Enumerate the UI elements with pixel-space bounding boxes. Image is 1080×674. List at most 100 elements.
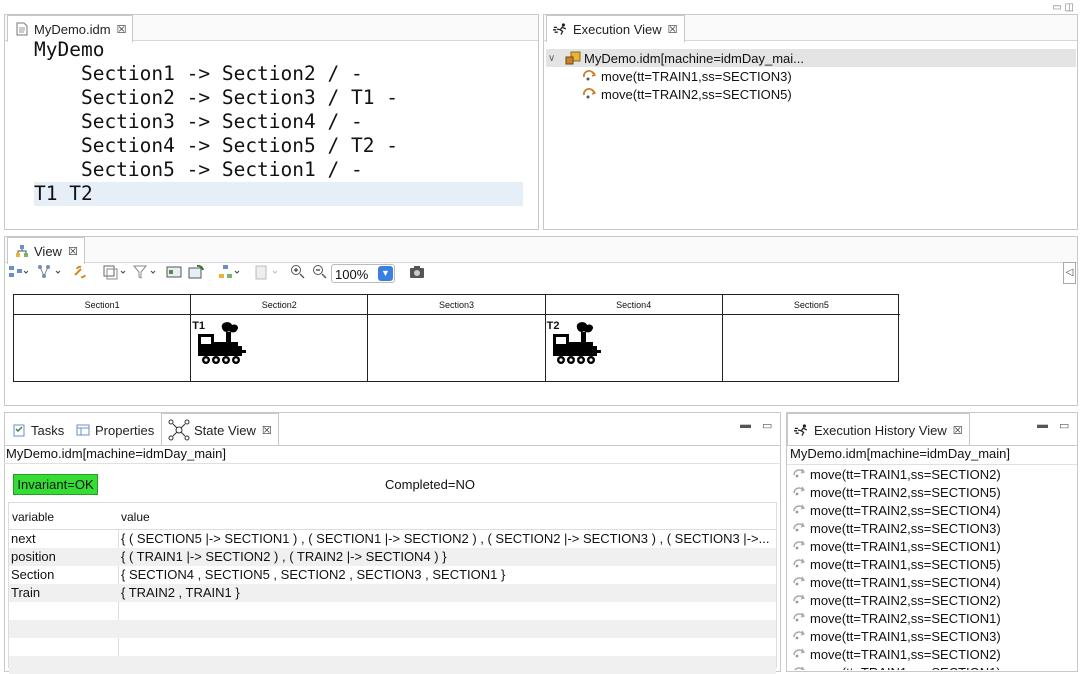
section-cell[interactable]: Section5 (722, 295, 900, 381)
table-row[interactable]: next { ( SECTION5 |-> SECTION1 ) , ( SECT… (9, 530, 776, 548)
history-item[interactable]: move(tt=TRAIN1,ss=SECTION2) (792, 465, 1001, 483)
editor-line[interactable]: Section4 -> Section5 / T2 - (34, 134, 523, 158)
history-item[interactable]: move(tt=TRAIN2,ss=SECTION4) (792, 501, 1001, 519)
filter-button[interactable] (132, 262, 158, 282)
editor-text[interactable]: MyDemo Section1 -> Section2 / - Section2… (34, 38, 523, 206)
history-item-label: move(tt=TRAIN2,ss=SECTION1) (810, 610, 1001, 626)
state-rows: next { ( SECTION5 |-> SECTION1 ) , ( SECT… (9, 530, 776, 674)
table-row[interactable]: Section { SECTION4 , SECTION5 , SECTION2 … (9, 566, 776, 584)
table-row[interactable]: position { ( TRAIN1 |-> SECTION2 ) , ( TR… (9, 548, 776, 566)
minimize-icon[interactable]: ▬ (740, 419, 751, 431)
table-row[interactable] (9, 638, 776, 656)
section-header: Section2 (191, 295, 368, 315)
transition-icon (792, 503, 807, 518)
history-item[interactable]: move(tt=TRAIN1,ss=SECTION4) (792, 573, 1001, 591)
maximize-icon[interactable]: ▭ (1059, 419, 1069, 432)
editor-line[interactable]: MyDemo (34, 38, 523, 62)
editor-line[interactable]: Section1 -> Section2 / - (34, 62, 523, 86)
graph-layout-button[interactable] (36, 262, 62, 282)
close-icon[interactable]: ☒ (668, 23, 678, 36)
editor-line[interactable]: T1 T2 (34, 182, 523, 206)
layout-button[interactable] (8, 262, 28, 282)
section-header: Section3 (368, 295, 545, 315)
train[interactable]: T2 (547, 320, 607, 370)
transition-icon (792, 521, 807, 536)
history-item[interactable]: move(tt=TRAIN2,ss=SECTION5) (792, 483, 1001, 501)
table-row[interactable]: Train { TRAIN2 , TRAIN1 } (9, 584, 776, 602)
editor-line[interactable]: Section5 -> Section1 / - (34, 158, 523, 182)
tab-state-view[interactable]: State View ☒ (161, 413, 279, 446)
history-item[interactable]: move(tt=TRAIN1,ss=SECTION1) (792, 537, 1001, 555)
camera-button[interactable] (409, 262, 425, 282)
history-item[interactable]: move(tt=TRAIN1,ss=SECTION2) (792, 645, 1001, 663)
refresh-button[interactable] (188, 262, 206, 282)
history-list: move(tt=TRAIN1,ss=SECTION2) move(tt=TRAIN… (786, 465, 1078, 670)
execution-tree-root-row[interactable]: ∨ MyDemo.idm[machine=idmDay_mai... (548, 49, 804, 67)
history-item-label: move(tt=TRAIN1,ss=SECTION2) (810, 466, 1001, 482)
transition-icon (582, 68, 598, 84)
history-item-label: move(tt=TRAIN2,ss=SECTION4) (810, 502, 1001, 518)
history-item[interactable]: move(tt=TRAIN1,ss=SECTION5) (792, 555, 1001, 573)
transition-icon (792, 629, 807, 644)
table-row[interactable] (9, 620, 776, 638)
state-tabbar: Tasks Properties State View ☒ ▬ ▭ (5, 413, 780, 446)
editor-line[interactable]: Section3 -> Section4 / - (34, 110, 523, 134)
train[interactable]: T1 (192, 320, 252, 370)
zoom-select[interactable]: 100% ▼ (331, 264, 395, 283)
link-button[interactable] (72, 262, 90, 282)
history-item[interactable]: move(tt=TRAIN2,ss=SECTION3) (792, 519, 1001, 537)
variable-cell: next (11, 531, 36, 546)
execution-child-1[interactable]: move(tt=TRAIN1,ss=SECTION3) (582, 67, 792, 85)
execution-view-tabbar: Execution View ☒ (544, 15, 1077, 42)
tab-execution-history[interactable]: Execution History View ☒ (787, 413, 970, 446)
clipboard-button[interactable] (254, 262, 280, 282)
state-view-tab-label: State View (194, 422, 256, 438)
locomotive-icon (194, 320, 250, 371)
history-item[interactable]: move(tt=TRAIN2,ss=SECTION1) (792, 609, 1001, 627)
chevron-down-icon[interactable]: ∨ (548, 53, 562, 64)
section-header: Section4 (545, 295, 722, 315)
value-cell: { SECTION4 , SECTION5 , SECTION2 , SECTI… (121, 567, 506, 582)
table-row[interactable] (9, 656, 776, 674)
execution-child-2[interactable]: move(tt=TRAIN2,ss=SECTION5) (582, 85, 792, 103)
transition-icon (792, 665, 807, 670)
table-row[interactable] (9, 602, 776, 620)
arrange-button[interactable] (218, 262, 242, 282)
history-item[interactable]: move(tt=TRAIN1,ss=SECTION1) (792, 663, 1001, 670)
history-item-label: move(tt=TRAIN1,ss=SECTION3) (810, 628, 1001, 644)
tab-tasks[interactable]: Tasks (5, 417, 70, 443)
editor-line[interactable]: Section2 -> Section3 / T1 - (34, 86, 523, 110)
history-item-label: move(tt=TRAIN1,ss=SECTION1) (810, 538, 1001, 554)
column-header-variable[interactable]: variable (12, 510, 54, 524)
window-controls[interactable]: ▭ ◫ (1052, 2, 1074, 13)
close-icon[interactable]: ☒ (953, 424, 963, 437)
close-icon[interactable]: ☒ (117, 23, 127, 36)
state-table: variable value next { ( SECTION5 |-> SECT… (8, 502, 777, 674)
tab-properties[interactable]: Properties (69, 417, 160, 443)
zoom-in-button[interactable] (290, 262, 306, 282)
history-item[interactable]: move(tt=TRAIN1,ss=SECTION3) (792, 627, 1001, 645)
transition-icon (792, 467, 807, 482)
tab-view[interactable]: View ☒ (7, 237, 85, 264)
collapse-panel-icon[interactable]: ◁ (1063, 262, 1076, 284)
tab-execution-view[interactable]: Execution View ☒ (546, 15, 685, 42)
maximize-icon[interactable]: ▭ (762, 419, 772, 432)
history-item[interactable]: move(tt=TRAIN2,ss=SECTION2) (792, 591, 1001, 609)
close-icon[interactable]: ☒ (68, 245, 78, 258)
section-cell[interactable]: Section1 (14, 295, 192, 381)
history-tab-label: Execution History View (814, 422, 947, 438)
zoom-out-button[interactable] (312, 262, 328, 282)
export-button[interactable] (166, 262, 182, 282)
section-cell[interactable]: Section3 (368, 295, 546, 381)
select-button[interactable] (102, 262, 128, 282)
section-header: Section5 (722, 295, 900, 315)
minimize-icon[interactable]: ▬ (1037, 419, 1048, 431)
column-header-value[interactable]: value (121, 510, 150, 524)
chevron-down-icon[interactable]: ▼ (378, 266, 393, 281)
transition-icon (792, 611, 807, 626)
variable-cell: Section (11, 567, 55, 582)
transition-icon (582, 86, 598, 102)
transition-icon (792, 557, 807, 572)
section-grid: Section1 Section2 Section3 Section4 Section5… (13, 294, 900, 382)
close-icon[interactable]: ☒ (262, 424, 272, 437)
